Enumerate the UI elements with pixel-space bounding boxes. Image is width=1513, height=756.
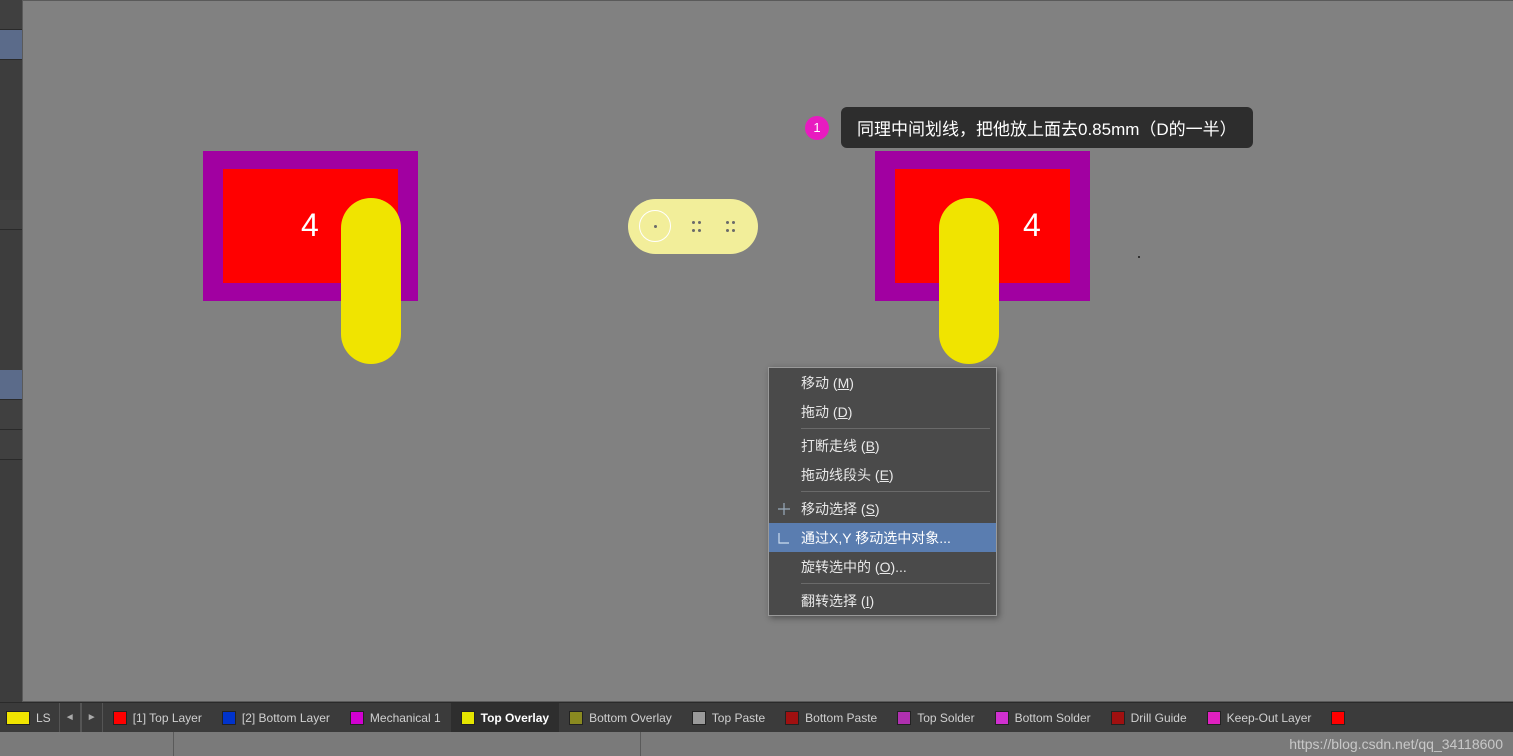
layer-tab-label: Top Paste [712, 711, 765, 725]
layer-tab[interactable]: Top Solder [887, 703, 984, 732]
menu-item-flip[interactable]: 翻转选择 (I) [769, 586, 996, 615]
layer-color-chip [113, 711, 127, 725]
layer-color-chip [785, 711, 799, 725]
pad-number: 4 [1023, 207, 1041, 244]
pcb-canvas[interactable]: 1 同理中间划线，把他放上面去0.85mm（D的一半） 4 4 移动 (M) [22, 0, 1513, 702]
menu-item-drag-end[interactable]: 拖动线段头 (E) [769, 460, 996, 489]
menu-item-rotate[interactable]: 旋转选中的 (O)... [769, 552, 996, 581]
annotation-text: 同理中间划线，把他放上面去0.85mm（D的一半） [841, 107, 1253, 148]
scroll-left-button[interactable]: ◄ [59, 703, 81, 732]
layer-tab[interactable]: Top Overlay [451, 703, 559, 732]
left-panel-collapsed [0, 0, 22, 702]
track-segment[interactable] [939, 198, 999, 364]
layer-tab[interactable]: [2] Bottom Layer [212, 703, 340, 732]
menu-separator [801, 583, 990, 584]
layer-tab[interactable] [1321, 703, 1361, 732]
layer-tab[interactable]: Mechanical 1 [340, 703, 451, 732]
layer-color-chip [1331, 711, 1345, 725]
layer-tab-label: Mechanical 1 [370, 711, 441, 725]
context-menu: 移动 (M) 拖动 (D) 打断走线 (B) 拖动线段头 (E) 移动选择 (S… [768, 367, 997, 616]
panel-stub[interactable] [0, 200, 22, 230]
layer-color-chip [897, 711, 911, 725]
panel-stub[interactable] [0, 400, 22, 430]
layer-tab-label: [2] Bottom Layer [242, 711, 330, 725]
menu-item-move-by-xy[interactable]: 通过X,Y 移动选中对象... [769, 523, 996, 552]
track-segment[interactable] [341, 198, 401, 364]
layer-color-chip [569, 711, 583, 725]
layer-tab-label: [1] Top Layer [133, 711, 202, 725]
layer-tab[interactable]: Top Paste [682, 703, 775, 732]
status-bar [0, 732, 1513, 756]
layer-tab-label: Top Solder [917, 711, 974, 725]
layer-tab[interactable]: Bottom Solder [985, 703, 1101, 732]
layer-tab[interactable]: Keep-Out Layer [1197, 703, 1322, 732]
menu-separator [801, 428, 990, 429]
panel-stub[interactable] [0, 430, 22, 460]
panel-stub[interactable] [0, 0, 22, 30]
panel-stub[interactable] [0, 370, 22, 400]
layer-tab-label: Bottom Paste [805, 711, 877, 725]
layer-color-chip [350, 711, 364, 725]
annotation-badge: 1 [805, 116, 829, 140]
menu-separator [801, 491, 990, 492]
layer-tab-label: Bottom Overlay [589, 711, 672, 725]
pad-number: 4 [301, 207, 319, 244]
layer-tab[interactable]: Bottom Paste [775, 703, 887, 732]
menu-item-move[interactable]: 移动 (M) [769, 368, 996, 397]
annotation: 1 同理中间划线，把他放上面去0.85mm（D的一半） [805, 107, 1253, 148]
watermark: https://blog.csdn.net/qq_34118600 [1289, 736, 1503, 752]
layer-tab-label: Bottom Solder [1015, 711, 1091, 725]
layer-color-chip [461, 711, 475, 725]
layer-tab[interactable]: Bottom Overlay [559, 703, 682, 732]
layer-tab-label: Top Overlay [481, 711, 549, 725]
plus-icon [777, 502, 791, 516]
panel-stub[interactable] [0, 30, 22, 60]
layer-color-chip [692, 711, 706, 725]
layer-tab-label: Keep-Out Layer [1227, 711, 1312, 725]
center-primitive[interactable] [628, 199, 758, 254]
layer-color-chip [995, 711, 1009, 725]
layer-tabs-bar: LS ◄ ► [1] Top Layer [2] Bottom Layer Mech… [0, 702, 1513, 732]
menu-item-drag[interactable]: 拖动 (D) [769, 397, 996, 426]
scroll-right-button[interactable]: ► [81, 703, 103, 732]
ls-button[interactable]: LS [0, 703, 59, 732]
layer-tab[interactable]: [1] Top Layer [103, 703, 212, 732]
layer-tab[interactable]: Drill Guide [1101, 703, 1197, 732]
layer-color-chip [1111, 711, 1125, 725]
layer-tab-label: Drill Guide [1131, 711, 1187, 725]
layer-color-chip [222, 711, 236, 725]
menu-item-break-track[interactable]: 打断走线 (B) [769, 431, 996, 460]
menu-item-move-selection[interactable]: 移动选择 (S) [769, 494, 996, 523]
origin-marker [1138, 256, 1140, 258]
layer-color-chip [1207, 711, 1221, 725]
angle-icon [777, 531, 791, 545]
